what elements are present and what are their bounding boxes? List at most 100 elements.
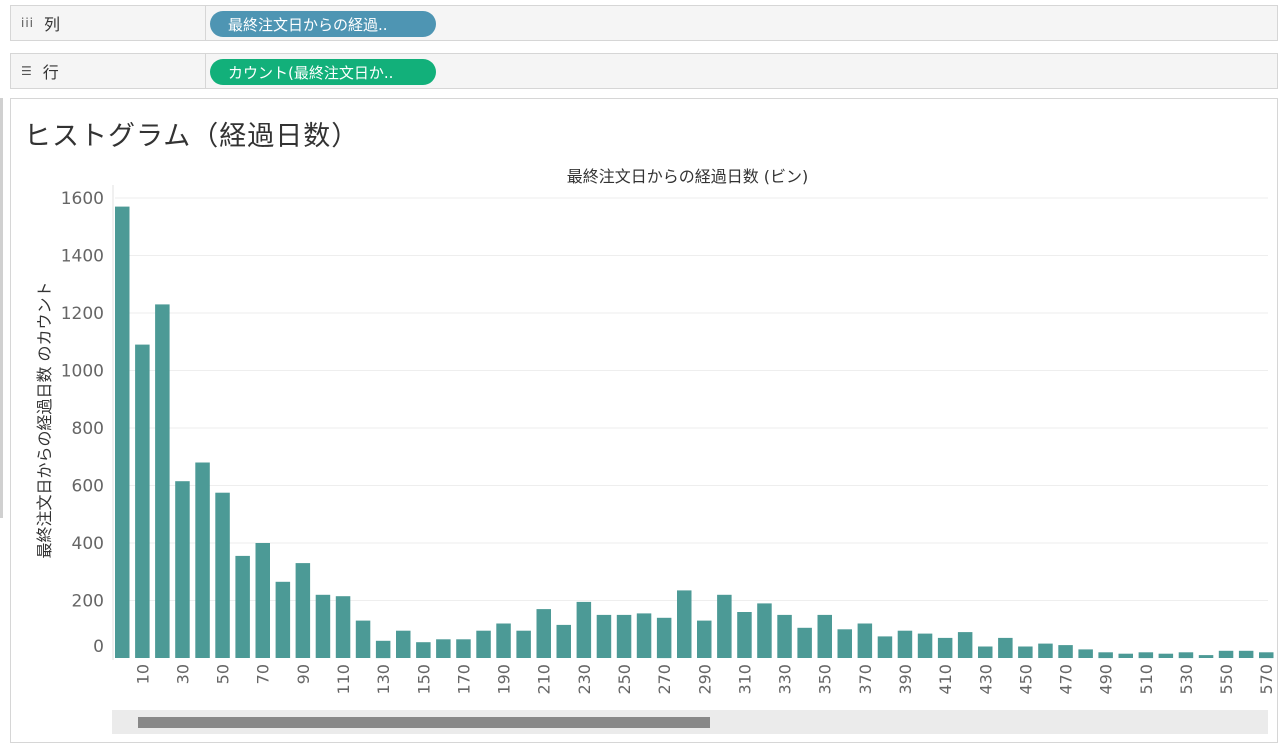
x-axis-ticks: 10 30 50 70 90 110 130 150 170 190 210 230 250 270 290… — [133, 664, 1276, 695]
histogram-bar[interactable] — [837, 629, 853, 658]
histogram-bar[interactable] — [1218, 650, 1234, 658]
y-axis-label: 最終注文日からの経過日数 のカウント — [35, 281, 54, 558]
histogram-bar[interactable] — [335, 596, 351, 658]
histogram-bar[interactable] — [476, 630, 491, 658]
histogram-bar[interactable] — [636, 613, 652, 658]
x-tick-label: 330 — [776, 664, 795, 695]
x-tick-label: 310 — [735, 664, 754, 695]
x-tick-label: 130 — [374, 664, 393, 695]
x-tick-label: 490 — [1097, 664, 1116, 695]
x-tick-label: 390 — [896, 664, 915, 695]
x-tick-label: 570 — [1257, 664, 1276, 695]
x-tick-label: 170 — [454, 664, 473, 695]
y-tick-label: 400 — [72, 534, 104, 554]
y-tick-label: 600 — [72, 477, 104, 497]
y-tick-label: 1200 — [61, 304, 104, 324]
histogram-bar[interactable] — [115, 206, 130, 658]
histogram-bar[interactable] — [355, 620, 371, 658]
x-tick-label: 450 — [1016, 664, 1035, 695]
histogram-bar[interactable] — [175, 481, 190, 658]
histogram-bar[interactable] — [295, 563, 311, 658]
histogram-bar[interactable] — [937, 637, 953, 658]
histogram-bar[interactable] — [817, 614, 833, 658]
histogram-bar[interactable] — [737, 612, 752, 658]
x-tick-label: 550 — [1217, 664, 1236, 695]
histogram-bar[interactable] — [396, 630, 411, 658]
histogram-bar[interactable] — [516, 630, 531, 658]
histogram-bar[interactable] — [897, 630, 913, 658]
x-tick-label: 210 — [535, 664, 554, 695]
histogram-bar[interactable] — [1058, 645, 1073, 658]
histogram-bar[interactable] — [315, 594, 331, 658]
histogram-bar[interactable] — [777, 614, 792, 658]
histogram-bar[interactable] — [275, 581, 291, 658]
histogram-bar[interactable] — [1178, 652, 1194, 659]
histogram-bar[interactable] — [1158, 653, 1174, 658]
histogram-bar[interactable] — [1078, 649, 1093, 658]
histogram-bar[interactable] — [998, 637, 1013, 658]
bars — [115, 206, 1274, 659]
x-tick-label: 10 — [133, 664, 152, 684]
histogram-bar[interactable] — [1118, 653, 1134, 658]
histogram-bar[interactable] — [677, 590, 692, 658]
scrollbar-thumb[interactable] — [138, 717, 710, 728]
histogram-bar[interactable] — [697, 620, 712, 658]
histogram-bar[interactable] — [195, 462, 210, 659]
histogram-bar[interactable] — [596, 614, 612, 658]
y-tick-label: 800 — [72, 419, 104, 439]
y-axis-ticks: 0 200 400 600 800 1000 1200 1400 1600 — [61, 189, 104, 657]
histogram-bar[interactable] — [375, 640, 391, 659]
y-tick-label: 1000 — [61, 362, 104, 382]
x-tick-label: 290 — [695, 664, 714, 695]
x-tick-label: 50 — [214, 664, 233, 684]
histogram-bar[interactable] — [215, 492, 230, 658]
x-tick-label: 470 — [1057, 664, 1076, 695]
x-tick-label: 190 — [495, 664, 514, 695]
histogram-bar[interactable] — [556, 624, 572, 658]
x-tick-label: 270 — [655, 664, 674, 695]
histogram-bar[interactable] — [857, 623, 873, 659]
histogram-bar[interactable] — [616, 614, 632, 658]
histogram-bar[interactable] — [1259, 652, 1274, 659]
x-tick-label: 370 — [856, 664, 875, 695]
histogram-bar[interactable] — [1238, 650, 1254, 658]
histogram-bar[interactable] — [155, 304, 170, 658]
histogram-bar[interactable] — [536, 609, 552, 658]
histogram-bar[interactable] — [416, 642, 431, 658]
histogram-bar[interactable] — [1098, 652, 1113, 659]
y-tick-label: 200 — [72, 592, 104, 612]
histogram-bar[interactable] — [717, 594, 732, 658]
histogram-bar[interactable] — [877, 636, 893, 658]
y-tick-label: 1600 — [61, 189, 104, 209]
histogram-bar[interactable] — [1018, 646, 1033, 659]
x-tick-label: 250 — [615, 664, 634, 695]
x-tick-label: 530 — [1177, 664, 1196, 695]
histogram-bar[interactable] — [757, 603, 772, 658]
histogram-bar[interactable] — [797, 627, 812, 658]
x-tick-label: 150 — [414, 664, 433, 695]
histogram-bar[interactable] — [957, 632, 973, 658]
x-tick-label: 510 — [1137, 664, 1156, 695]
histogram-bar[interactable] — [1198, 655, 1214, 658]
histogram-bar[interactable] — [978, 646, 993, 659]
y-tick-label: 1400 — [61, 247, 104, 267]
histogram-bar[interactable] — [456, 639, 471, 658]
y-tick-label: 0 — [93, 637, 104, 657]
histogram-bar[interactable] — [235, 555, 250, 658]
histogram-bar[interactable] — [436, 639, 451, 658]
histogram-bar[interactable] — [917, 633, 933, 658]
histogram-bar[interactable] — [135, 344, 150, 658]
x-tick-label: 30 — [174, 664, 193, 684]
histogram-bar[interactable] — [496, 623, 511, 659]
histogram-bar[interactable] — [1038, 643, 1053, 658]
x-tick-label: 110 — [334, 664, 353, 695]
x-tick-label: 410 — [936, 664, 955, 695]
x-tick-label: 90 — [294, 664, 313, 684]
x-tick-label: 70 — [254, 664, 273, 684]
histogram-bar[interactable] — [576, 601, 592, 658]
histogram-bar[interactable] — [255, 543, 271, 658]
histogram-bar[interactable] — [1138, 652, 1154, 659]
histogram-chart: 0 200 400 600 800 1000 1200 1400 1600 10 30 50 70 90… — [35, 185, 1276, 695]
x-tick-label: 430 — [976, 664, 995, 695]
histogram-bar[interactable] — [656, 617, 672, 659]
